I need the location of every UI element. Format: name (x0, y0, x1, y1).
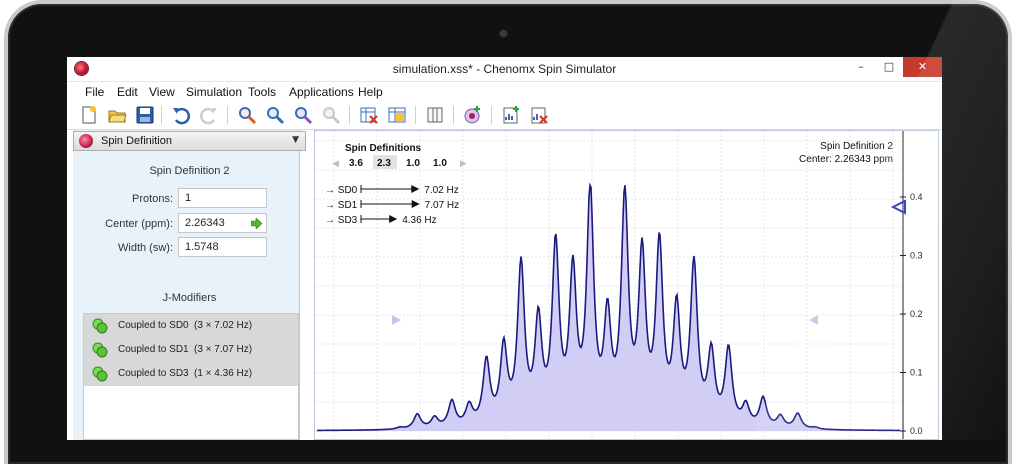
spin-definition-icon (79, 134, 93, 148)
center-label: Center (ppm): (105, 218, 173, 230)
jmod-value: (1 × 4.36 Hz) (194, 368, 253, 379)
delete-chart-icon[interactable] (529, 105, 549, 125)
zoom-blue-icon[interactable] (265, 105, 285, 125)
list-item[interactable]: Coupled to SD0 (3 × 7.02 Hz) (84, 314, 298, 338)
protons-input[interactable]: 1 (178, 188, 267, 208)
y-tick-label: 0.3 (910, 251, 923, 261)
undo-icon[interactable] (171, 105, 191, 125)
toolbar-separator (415, 106, 416, 124)
coupling-value: 4.36 Hz (402, 215, 436, 226)
spin-defs-prev-arrow[interactable]: ◀ (332, 159, 339, 169)
spin-definition-heading: Spin Definition 2 (149, 165, 230, 177)
coupling-value: 7.07 Hz (425, 200, 459, 211)
toolbar-separator (227, 106, 228, 124)
coupling-icon (92, 342, 108, 358)
toolbar-separator (453, 106, 454, 124)
menu-bar: File Edit View Simulation Tools Applicat… (67, 82, 942, 101)
coupling-label: → SD3 (325, 215, 358, 226)
width-input[interactable]: 1.5748 (178, 237, 267, 257)
y-tick-label: 0.1 (910, 368, 923, 378)
title-bar: simulation.xss* - Chenomx Spin Simulator… (67, 57, 942, 82)
coupling-arrows: → SD0 → SD1 → SD3 7.02 Hz 7.07 Hz 4.36 H… (325, 185, 459, 226)
window-title: simulation.xss* - Chenomx Spin Simulator (392, 62, 617, 76)
spin-def-value[interactable]: 1.0 (406, 158, 420, 169)
menu-simulation[interactable]: Simulation (186, 85, 242, 99)
webcam (500, 30, 507, 37)
spectrum-panel: 0.0 0.1 0.2 0.3 0.4 Spin Definitions ◀ 3.6 2… (314, 130, 939, 440)
delete-table-icon[interactable] (359, 105, 379, 125)
close-button[interactable]: ✕ (903, 57, 942, 77)
split-view-icon[interactable] (425, 105, 445, 125)
spin-definition-name: Spin Definition 2 (820, 141, 893, 152)
menu-file[interactable]: File (85, 85, 104, 99)
jmod-name: Coupled to SD1 (118, 344, 189, 355)
list-item[interactable]: Coupled to SD3 (1 × 4.36 Hz) (84, 362, 298, 386)
spin-defs-next-arrow[interactable]: ▶ (460, 159, 467, 169)
y-tick-label: 0.2 (910, 309, 923, 319)
spectrum-plot[interactable]: 0.0 0.1 0.2 0.3 0.4 Spin Definitions ◀ 3.6 2… (315, 131, 938, 439)
add-chart-icon[interactable] (501, 105, 521, 125)
protons-label: Protons: (132, 193, 173, 205)
menu-view[interactable]: View (149, 85, 175, 99)
minimize-button[interactable]: – (847, 57, 875, 77)
redo-icon[interactable] (199, 105, 219, 125)
list-item[interactable]: Coupled to SD1 (3 × 7.07 Hz) (84, 338, 298, 362)
go-arrow-icon[interactable] (251, 218, 262, 229)
spin-definition-dropdown[interactable]: Spin Definition ▼ (73, 131, 306, 151)
zoom-red-icon[interactable] (237, 105, 257, 125)
jmod-value: (3 × 7.02 Hz) (194, 320, 253, 331)
width-label: Width (sw): (118, 242, 173, 254)
open-folder-icon[interactable] (107, 105, 127, 125)
table-icon[interactable] (387, 105, 407, 125)
j-modifiers-heading: J-Modifiers (162, 292, 217, 304)
coupling-icon (92, 318, 108, 334)
menu-help[interactable]: Help (358, 85, 383, 99)
spin-definition-center: Center: 2.26343 ppm (799, 154, 893, 165)
dropdown-label: Spin Definition (101, 135, 172, 147)
coupling-label: → SD1 (325, 200, 358, 211)
jmod-name: Coupled to SD0 (118, 320, 189, 331)
toolbar-separator (161, 106, 162, 124)
new-document-icon[interactable] (79, 105, 99, 125)
y-tick-label: 0.0 (910, 426, 923, 436)
menu-edit[interactable]: Edit (117, 85, 138, 99)
jmod-value: (3 × 7.07 Hz) (194, 344, 253, 355)
toolbar-separator (349, 106, 350, 124)
toolbar (67, 102, 942, 130)
j-modifier-list: Coupled to SD0 (3 × 7.02 Hz) Coupled to … (83, 313, 299, 440)
coupling-arrow-head (411, 200, 420, 208)
spin-definitions-title: Spin Definitions (345, 143, 422, 154)
menu-tools[interactable]: Tools (248, 85, 276, 99)
jmod-name: Coupled to SD3 (118, 368, 189, 379)
spin-def-value[interactable]: 3.6 (349, 158, 363, 169)
chevron-down-icon: ▼ (292, 135, 299, 145)
app-window: simulation.xss* - Chenomx Spin Simulator… (67, 57, 942, 440)
y-tick-label: 0.4 (910, 192, 923, 202)
coupling-arrow-head (389, 215, 398, 223)
coupling-arrow-head (411, 185, 420, 193)
center-input[interactable]: 2.26343 (178, 213, 267, 233)
menu-applications[interactable]: Applications (289, 85, 354, 99)
save-icon[interactable] (135, 105, 155, 125)
zoom-purple-icon[interactable] (293, 105, 313, 125)
spin-def-value[interactable]: 2.3 (377, 158, 391, 169)
spin-def-value[interactable]: 1.0 (433, 158, 447, 169)
coupling-label: → SD0 (325, 185, 358, 196)
coupling-value: 7.02 Hz (424, 185, 458, 196)
nav-right-arrow[interactable] (809, 315, 818, 325)
nav-left-arrow[interactable] (392, 315, 401, 325)
toolbar-separator (491, 106, 492, 124)
coupling-icon (92, 366, 108, 382)
add-spin-icon[interactable] (463, 105, 483, 125)
center-value: 2.26343 (185, 217, 225, 229)
zoom-disabled-icon[interactable] (321, 105, 341, 125)
maximize-button[interactable]: □ (875, 57, 903, 77)
